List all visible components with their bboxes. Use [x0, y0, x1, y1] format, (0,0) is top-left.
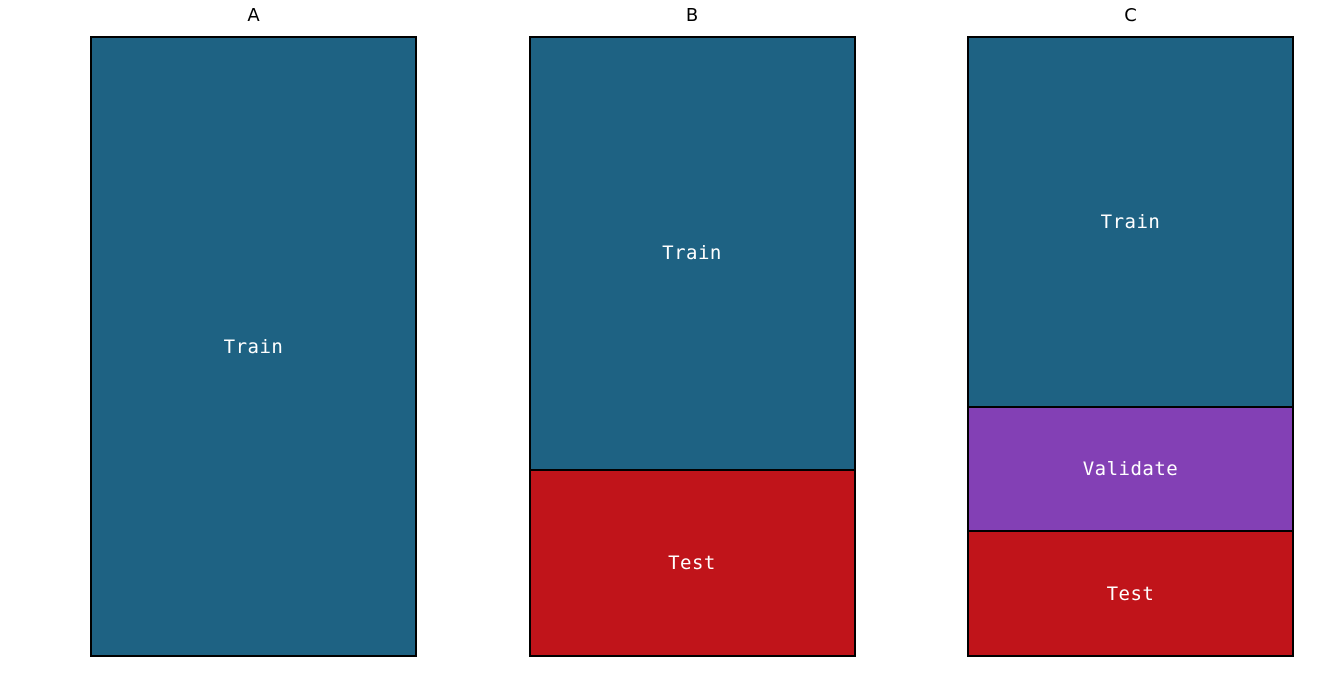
panel-b: B Train Test: [529, 6, 856, 657]
panel-a-train-segment: Train: [92, 38, 415, 655]
panels-row: A Train B Train Test C Train Validate: [90, 6, 1294, 664]
panel-c-title: C: [1124, 6, 1137, 36]
panel-c-test-label: Test: [1107, 583, 1155, 605]
panel-c-validate-label: Validate: [1083, 458, 1179, 480]
panel-a-stack: Train: [90, 36, 417, 657]
panel-b-train-label: Train: [662, 242, 722, 264]
panel-c-validate-segment: Validate: [969, 406, 1292, 531]
panel-c-test-segment: Test: [969, 530, 1292, 655]
panel-c: C Train Validate Test: [967, 6, 1294, 657]
panel-b-test-segment: Test: [531, 469, 854, 656]
panel-b-title: B: [686, 6, 698, 36]
panel-b-train-segment: Train: [531, 38, 854, 469]
panel-c-stack: Train Validate Test: [967, 36, 1294, 657]
panel-b-stack: Train Test: [529, 36, 856, 657]
panel-a-train-label: Train: [224, 336, 284, 358]
panel-b-test-label: Test: [668, 552, 716, 574]
panel-c-train-segment: Train: [969, 38, 1292, 406]
panel-a: A Train: [90, 6, 417, 657]
panel-c-train-label: Train: [1101, 211, 1161, 233]
panel-a-title: A: [247, 6, 259, 36]
